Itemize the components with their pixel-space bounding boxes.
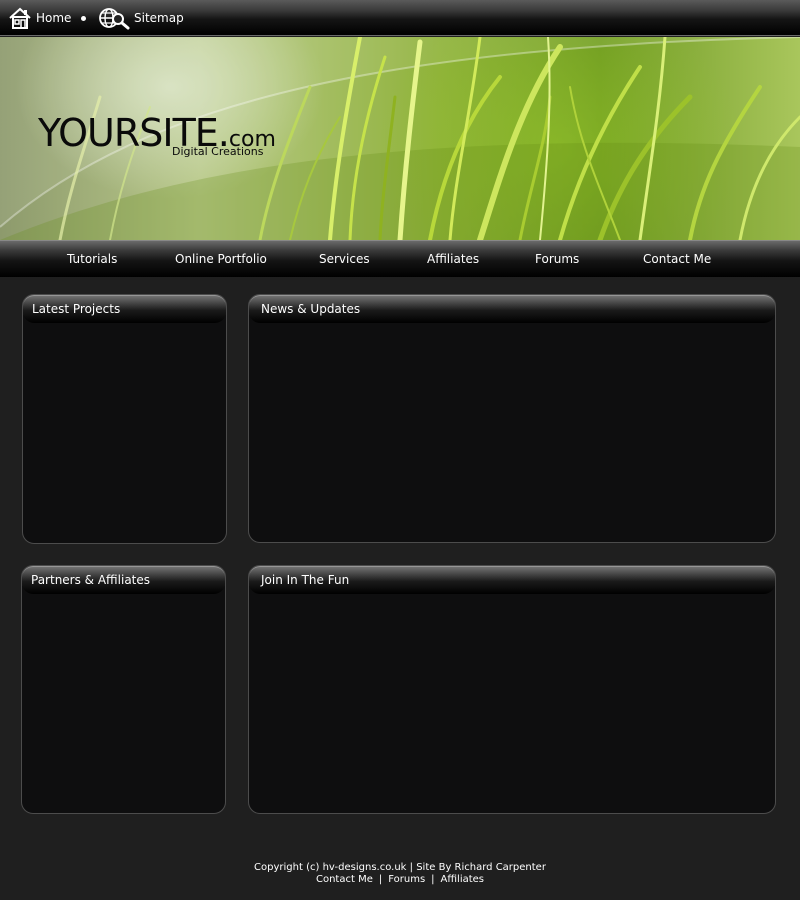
panel-title: Latest Projects [32,302,121,316]
separator-dot [81,16,86,21]
nav-item-forums[interactable]: Forums [535,252,579,266]
sitemap-link[interactable]: Sitemap [134,11,184,25]
panel-title: Join In The Fun [261,573,350,587]
panel-body [23,323,226,543]
join-in-panel: Join In The Fun [248,565,776,814]
nav-item-tutorials[interactable]: Tutorials [67,252,117,266]
panel-body [249,594,775,813]
footer-copyright: Copyright (c) hv-designs.co.uk | Site By… [254,862,546,873]
footer-separator: | [378,874,383,885]
panel-header: News & Updates [249,295,775,323]
nav-item-services[interactable]: Services [319,252,370,266]
partners-affiliates-panel: Partners & Affiliates [21,565,226,814]
footer: Copyright (c) hv-designs.co.uk | Site By… [0,862,800,886]
nav-item-affiliates[interactable]: Affiliates [427,252,479,266]
home-icon[interactable] [8,6,32,30]
news-updates-panel: News & Updates [248,294,776,543]
footer-link-forums[interactable]: Forums [388,874,425,885]
panel-body [249,323,775,542]
panel-header: Join In The Fun [249,566,775,594]
nav-item-contact-me[interactable]: Contact Me [643,252,711,266]
footer-links: Contact Me | Forums | Affiliates [0,874,800,886]
globe-search-icon[interactable] [98,6,130,30]
logo-tagline: Digital Creations [172,145,264,158]
panel-header: Partners & Affiliates [22,566,225,594]
footer-separator: | [431,874,435,885]
latest-projects-panel: Latest Projects [22,294,227,544]
panel-body [22,594,225,813]
header-banner: YOURSITE.com Digital Creations [0,37,800,240]
home-link[interactable]: Home [36,11,71,25]
footer-link-contact-me[interactable]: Contact Me [316,874,373,885]
top-bar: Home Sitemap [0,0,800,36]
panel-title: Partners & Affiliates [31,573,151,587]
footer-link-affiliates[interactable]: Affiliates [441,874,484,885]
nav-item-online-portfolio[interactable]: Online Portfolio [175,252,267,266]
main-navigation: Tutorials Online Portfolio Services Affi… [0,240,800,277]
panel-title: News & Updates [261,302,361,316]
panel-header: Latest Projects [23,295,226,323]
